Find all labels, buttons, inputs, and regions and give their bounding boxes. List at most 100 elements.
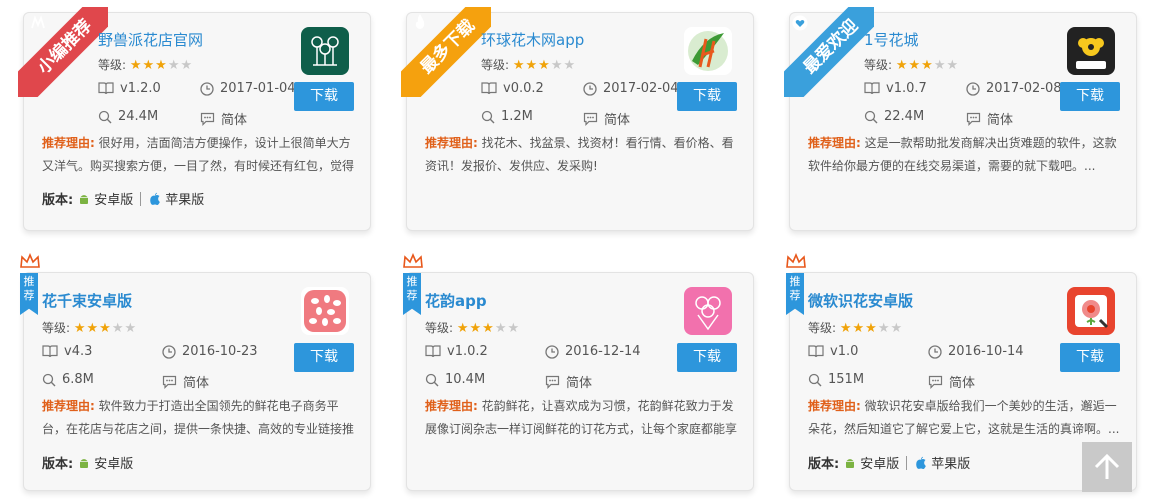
heart-icon — [792, 15, 808, 34]
clock-icon — [928, 344, 942, 359]
app-title[interactable]: 花韵app — [425, 290, 487, 311]
clock-icon — [966, 81, 980, 96]
search-icon — [98, 110, 112, 123]
platform-links: 版本: 安卓版 苹果版 — [808, 453, 970, 472]
app-logo[interactable] — [301, 27, 349, 75]
recommend-badge: 推荐 — [403, 273, 421, 315]
star-rating: ★★★★★ — [512, 58, 577, 73]
search-icon — [425, 373, 439, 386]
grade-row: 等级: ★★★★★ — [42, 319, 137, 336]
app-logo[interactable] — [301, 287, 349, 335]
star-rating: ★★★★★ — [129, 58, 194, 73]
download-button[interactable]: 下载 — [294, 82, 354, 111]
version-info: v1.2.0 — [98, 81, 161, 96]
recommend-reason: 推荐理由: 找花木、找盆景、找资材！看行情、看价格、看资讯！发报价、发供应、发采… — [425, 136, 734, 173]
platform-links: 版本: 安卓版 — [42, 453, 133, 472]
download-button[interactable]: 下载 — [677, 343, 737, 372]
android-icon — [80, 194, 89, 204]
app-logo[interactable] — [1067, 27, 1115, 75]
android-icon — [846, 458, 855, 468]
download-button[interactable]: 下载 — [1060, 82, 1120, 111]
app-title[interactable]: 环球花木网app — [481, 29, 584, 50]
clock-icon — [162, 344, 176, 359]
date-info: 2017-01-04 — [200, 81, 296, 96]
platform-links: 版本: 安卓版 苹果版 — [42, 189, 204, 208]
size-info: 22.4M — [864, 109, 924, 124]
corner-ribbon: 最爱欢迎 — [784, 7, 874, 97]
version-info: v0.0.2 — [481, 81, 544, 96]
ios-link[interactable]: 苹果版 — [148, 189, 204, 208]
chat-icon — [928, 375, 943, 389]
star-rating: ★★★★★ — [895, 58, 960, 73]
app-logo[interactable] — [684, 287, 732, 335]
divider — [906, 455, 908, 470]
version-info: v4.3 — [42, 344, 92, 359]
crown-icon — [19, 252, 41, 273]
recommend-badge: 推荐 — [20, 273, 38, 315]
recommend-reason: 推荐理由: 很好用，洁面简洁方便操作，设计上很简单大方又洋气。购买搜索方便，一目… — [42, 136, 355, 173]
android-link[interactable]: 安卓版 — [843, 453, 899, 472]
size-info: 151M — [808, 372, 864, 387]
grade-label: 等级: — [98, 58, 127, 72]
apple-icon — [150, 192, 161, 205]
language-info: 简体 — [200, 109, 247, 128]
size-info: 24.4M — [98, 109, 158, 124]
app-card: 最爱欢迎 1号花城 等级: ★★★★★ v1.0.7 2017-02-08 22… — [784, 7, 1137, 231]
app-logo[interactable] — [684, 27, 732, 75]
book-icon — [864, 82, 880, 95]
crown-icon — [785, 252, 807, 273]
date-info: 2016-12-14 — [545, 344, 641, 359]
search-icon — [808, 373, 822, 386]
version-info: v1.0 — [808, 344, 858, 359]
recommend-reason: 推荐理由: 花韵鲜花，让喜欢成为习惯，花韵鲜花致力于发展像订阅杂志一样订阅鲜花的… — [425, 399, 738, 436]
app-card: 小编推荐 野兽派花店官网 等级: ★★★★★ v1.2.0 2017-01-04… — [18, 7, 371, 231]
ios-link[interactable]: 苹果版 — [914, 453, 970, 472]
download-button[interactable]: 下载 — [294, 343, 354, 372]
star-rating: ★★★★★ — [456, 321, 521, 336]
app-card: 最多下载 环球花木网app 等级: ★★★★★ v0.0.2 2017-02-0… — [401, 7, 754, 231]
size-info: 1.2M — [481, 109, 533, 124]
android-link[interactable]: 安卓版 — [77, 453, 133, 472]
download-button[interactable]: 下载 — [1060, 343, 1120, 372]
language-info: 简体 — [583, 109, 630, 128]
clock-icon — [200, 81, 214, 96]
grade-label: 等级: — [425, 321, 454, 335]
star-rating: ★★★★★ — [73, 321, 138, 336]
chat-icon — [545, 375, 560, 389]
app-logo[interactable] — [1067, 287, 1115, 335]
app-card: 推荐 花千束安卓版 等级: ★★★★★ v4.3 2016-10-23 6.8M… — [20, 252, 371, 491]
search-icon — [42, 373, 56, 386]
grade-label: 等级: — [42, 321, 71, 335]
fire-icon — [411, 13, 429, 34]
app-title[interactable]: 野兽派花店官网 — [98, 29, 203, 50]
book-icon — [808, 345, 824, 358]
size-info: 6.8M — [42, 372, 94, 387]
book-icon — [98, 82, 114, 95]
app-title[interactable]: 花千束安卓版 — [42, 290, 132, 311]
app-title[interactable]: 微软识花安卓版 — [808, 290, 913, 311]
app-card: 推荐 花韵app 等级: ★★★★★ v1.0.2 2016-12-14 10.… — [403, 252, 754, 491]
android-link[interactable]: 安卓版 — [77, 189, 133, 208]
language-info: 简体 — [928, 372, 975, 391]
back-to-top-button[interactable] — [1082, 442, 1132, 492]
book-icon — [425, 345, 441, 358]
corner-ribbon: 小编推荐 — [18, 7, 108, 97]
crown-icon — [402, 252, 424, 273]
search-icon — [864, 110, 878, 123]
grade-row: 等级: ★★★★★ — [98, 56, 193, 73]
date-info: 2016-10-23 — [162, 344, 258, 359]
arrow-up-icon — [1094, 453, 1120, 479]
grade-label: 等级: — [808, 321, 837, 335]
date-info: 2017-02-08 — [966, 81, 1062, 96]
apple-icon — [916, 456, 927, 469]
app-title[interactable]: 1号花城 — [864, 29, 919, 50]
recommend-reason: 推荐理由: 微软识花安卓版给我们一个美妙的生活，邂逅一朵花，然后知道它了解它爱上… — [808, 399, 1120, 436]
divider — [140, 191, 142, 206]
language-info: 简体 — [162, 372, 209, 391]
language-info: 简体 — [966, 109, 1013, 128]
android-icon — [80, 458, 89, 468]
download-button[interactable]: 下载 — [677, 82, 737, 111]
version-info: v1.0.7 — [864, 81, 927, 96]
grade-label: 等级: — [864, 58, 893, 72]
date-info: 2017-02-04 — [583, 81, 679, 96]
